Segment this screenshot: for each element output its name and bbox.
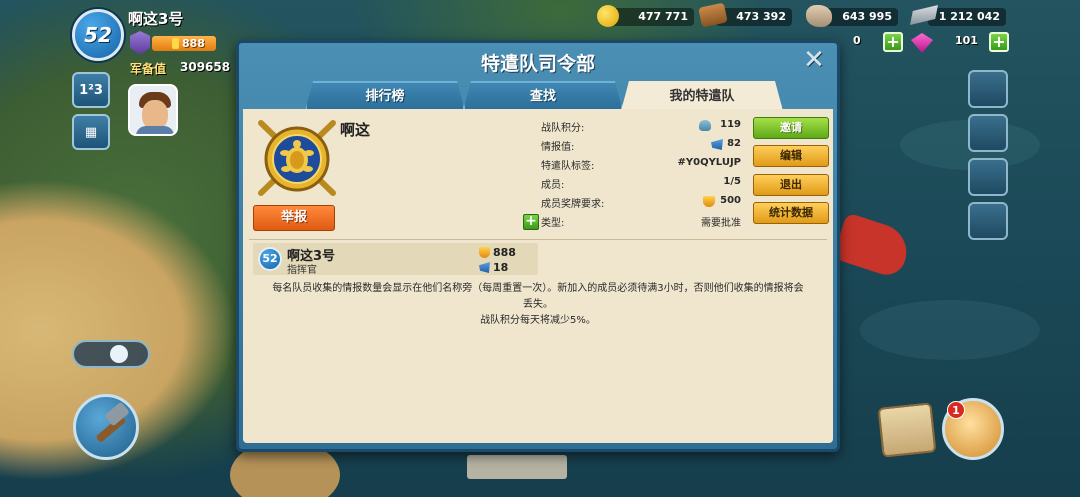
section-divider: [249, 239, 827, 240]
add-diamonds-button[interactable]: +: [989, 32, 1009, 52]
leaderboard-icon[interactable]: 1²3: [72, 72, 110, 108]
sea-wave: [860, 300, 1040, 360]
medal-icon: [703, 196, 715, 207]
dialog-title: 特遣队司令部: [480, 53, 595, 75]
checklist-icon[interactable]: [968, 158, 1008, 196]
member-medals-value: 888: [493, 246, 516, 259]
stat-label: 类型:: [541, 218, 565, 229]
stone-amount: 643 995: [822, 8, 898, 26]
stat-medal-requirement: 成员奖牌要求: 500: [541, 193, 741, 211]
stat-label: 成员:: [541, 180, 565, 191]
stat-members: 成员: 1/5: [541, 174, 741, 192]
edit-button[interactable]: 编辑: [753, 145, 829, 167]
member-level-badge: 52: [258, 247, 282, 271]
info-text: 每名队员收集的情报数量会显示在他们名称旁（每周重置一次）。新加入的成员必须待满3…: [257, 281, 819, 329]
stat-tag: 特遣队标签: #Y0QYLUJP: [541, 155, 741, 173]
treasure-icon[interactable]: [968, 202, 1008, 240]
member-intel: 18: [479, 261, 509, 274]
stat-team-score: 战队积分: 119: [541, 117, 741, 135]
stat-label: 特遣队标签:: [541, 161, 595, 172]
build-hammer-icon[interactable]: [73, 394, 139, 460]
secondary-resource-amount: 0: [853, 34, 861, 47]
stat-label: 战队积分:: [541, 123, 585, 134]
info-line: 战队积分每天将减少5%。: [480, 315, 596, 326]
stat-intel: 情报值: 82: [541, 136, 741, 154]
member-row[interactable]: 52 啊这3号 指挥官 888 18: [253, 243, 538, 276]
info-line: 每名队员收集的情报数量会显示在他们名称旁（每周重置一次）。新加入的成员必须待满3…: [272, 283, 804, 294]
stat-type: 类型: 需要批准: [541, 212, 741, 230]
player-name: 啊这3号: [128, 10, 184, 28]
medal-icon: [479, 247, 490, 258]
stat-value: 1/5: [723, 176, 741, 187]
stone-icon: [806, 5, 832, 27]
my-task-force-panel: 啊这 举报 战队积分: 119 情报值: 82 特遣队标签: #Y0QYLUJP…: [243, 109, 833, 443]
chat-icon[interactable]: [968, 114, 1008, 152]
task-force-emblem-icon: [258, 120, 336, 196]
gold-amount: 477 771: [612, 8, 694, 26]
army-value: 309658: [180, 60, 231, 74]
stat-value: 500: [720, 195, 741, 206]
member-medals: 888: [479, 246, 516, 259]
tab-my-task-force[interactable]: 我的特遣队: [621, 81, 783, 111]
avatar-body: [136, 126, 174, 134]
stat-label: 成员奖牌要求:: [541, 199, 605, 210]
advisor-avatar[interactable]: [128, 84, 178, 136]
map-icon[interactable]: [877, 402, 937, 458]
medal-count: 888: [152, 36, 216, 51]
member-role: 指挥官: [287, 265, 317, 276]
score-icon: [699, 120, 711, 131]
calendar-icon[interactable]: ▦: [72, 114, 110, 150]
diamond-amount: 101: [955, 34, 978, 47]
tab-leaderboard[interactable]: 排行榜: [305, 81, 465, 111]
leave-button[interactable]: 退出: [753, 174, 829, 196]
report-button[interactable]: 举报: [253, 205, 335, 231]
army-label: 军备值: [130, 62, 167, 76]
stat-value: #Y0QYLUJP: [677, 157, 741, 168]
wood-amount: 473 392: [716, 8, 792, 26]
member-intel-value: 18: [493, 261, 509, 274]
stat-value: 82: [727, 138, 741, 149]
view-toggle[interactable]: [72, 340, 150, 368]
stat-value: 119: [720, 119, 741, 130]
bottom-resource-strip: [467, 455, 567, 479]
statistics-button[interactable]: 统计数据: [753, 202, 829, 224]
friends-icon[interactable]: [968, 70, 1008, 108]
player-level-badge[interactable]: 52: [72, 9, 124, 61]
tab-search[interactable]: 查找: [463, 81, 623, 111]
intel-icon: [711, 139, 723, 150]
invite-button[interactable]: 邀请: [753, 117, 829, 139]
stat-label: 情报值:: [541, 142, 575, 153]
close-button[interactable]: ✕: [801, 47, 827, 73]
gold-icon: [597, 5, 619, 27]
stat-value: 需要批准: [701, 218, 741, 229]
iron-amount: 1 212 042: [928, 8, 1006, 26]
task-force-dialog: 特遣队司令部 ✕ 排行榜 查找 我的特遣队 啊这 举报 战队积分: 119 情报…: [236, 40, 840, 452]
notification-badge: 1: [947, 401, 965, 419]
add-member-button[interactable]: +: [523, 214, 539, 230]
info-line: 丢失。: [523, 299, 553, 310]
team-name: 啊这: [340, 121, 371, 139]
intel-icon: [479, 262, 490, 273]
add-resource-button[interactable]: +: [883, 32, 903, 52]
